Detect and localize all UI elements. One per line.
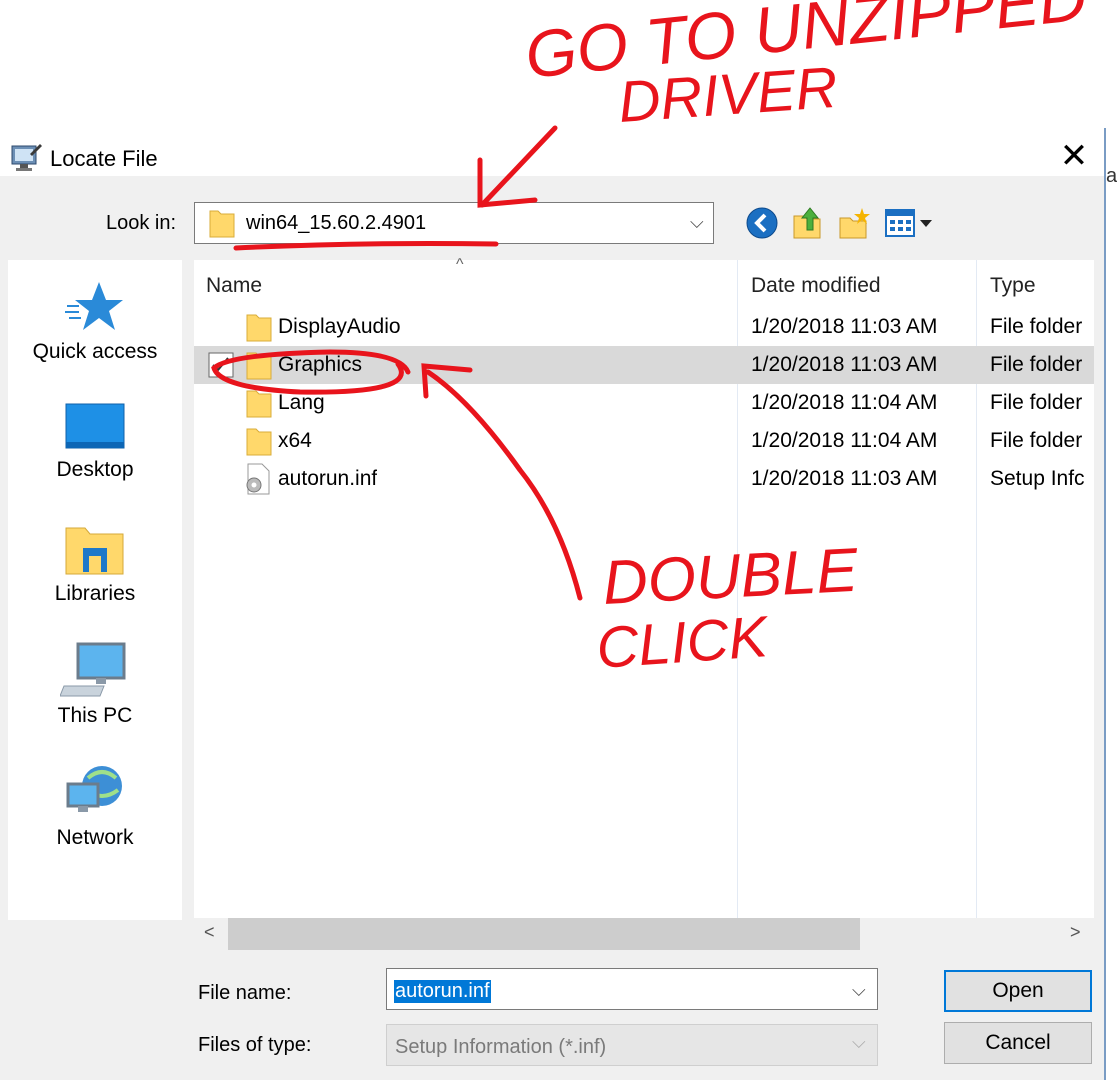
settings-file-icon bbox=[246, 463, 270, 495]
folder-icon bbox=[246, 390, 272, 418]
view-menu-icon[interactable] bbox=[884, 206, 938, 240]
look-in-label: Look in: bbox=[106, 212, 177, 234]
new-folder-icon[interactable] bbox=[838, 206, 872, 240]
libraries-icon bbox=[65, 527, 124, 575]
chevron-down-icon[interactable]: ⌵ bbox=[852, 1032, 866, 1053]
place-label: Libraries bbox=[54, 582, 136, 605]
file-name: DisplayAudio bbox=[278, 315, 401, 338]
file-date: 1/20/2018 11:03 AM bbox=[751, 353, 938, 376]
background-window-text: a bbox=[1106, 165, 1117, 187]
files-of-type-label: Files of type: bbox=[198, 1034, 312, 1056]
file-type: File folder bbox=[990, 353, 1083, 376]
place-network[interactable]: Network bbox=[8, 762, 182, 850]
checkbox-checked-icon[interactable] bbox=[208, 352, 236, 378]
file-row-lang[interactable] bbox=[194, 385, 1094, 423]
up-folder-icon[interactable] bbox=[792, 206, 826, 240]
place-desktop[interactable]: Desktop bbox=[8, 402, 182, 482]
file-name-label: File name: bbox=[198, 982, 292, 1004]
folder-icon bbox=[209, 210, 235, 238]
file-date: 1/20/2018 11:03 AM bbox=[751, 315, 938, 338]
place-label: Network bbox=[56, 826, 134, 849]
file-name: x64 bbox=[278, 429, 312, 452]
look-in-value: win64_15.60.2.4901 bbox=[246, 212, 427, 234]
file-type: File folder bbox=[990, 391, 1083, 414]
app-window-icon bbox=[11, 144, 42, 171]
folder-icon bbox=[246, 352, 272, 380]
place-label: This PC bbox=[57, 704, 133, 727]
file-date: 1/20/2018 11:04 AM bbox=[751, 429, 938, 452]
files-of-type-value: Setup Information (*.inf) bbox=[395, 1036, 607, 1058]
network-icon bbox=[66, 766, 122, 812]
sort-indicator-icon: ^ bbox=[456, 256, 464, 273]
background-window-edge bbox=[1104, 128, 1117, 1080]
file-row-x64[interactable] bbox=[194, 423, 1094, 461]
computer-icon bbox=[59, 642, 126, 697]
column-header-name[interactable]: Name bbox=[206, 274, 262, 298]
desktop-icon bbox=[65, 403, 125, 449]
place-quick-access[interactable]: Quick access bbox=[8, 278, 182, 364]
chevron-down-icon[interactable]: ⌵ bbox=[852, 980, 866, 1001]
scrollbar-thumb[interactable] bbox=[228, 918, 860, 950]
file-name-value: autorun.inf bbox=[394, 980, 491, 1003]
place-label: Quick access bbox=[32, 340, 158, 363]
file-type: File folder bbox=[990, 315, 1083, 338]
folder-icon bbox=[246, 314, 272, 342]
title-bar bbox=[0, 128, 1104, 176]
column-header-type[interactable]: Type bbox=[990, 274, 1036, 298]
file-date: 1/20/2018 11:04 AM bbox=[751, 391, 938, 414]
dialog-title: Locate File bbox=[50, 146, 158, 171]
chevron-down-icon[interactable]: ⌵ bbox=[690, 212, 704, 233]
place-this-pc[interactable]: This PC bbox=[8, 640, 182, 728]
star-icon bbox=[65, 282, 123, 330]
back-icon[interactable] bbox=[746, 206, 780, 240]
file-name: Lang bbox=[278, 391, 325, 414]
close-button[interactable]: ✕ bbox=[1052, 136, 1096, 176]
column-header-date[interactable]: Date modified bbox=[751, 274, 881, 298]
file-type: Setup Infc bbox=[990, 467, 1085, 490]
cancel-button[interactable]: Cancel bbox=[944, 1022, 1092, 1064]
file-name: autorun.inf bbox=[278, 467, 378, 490]
file-name: Graphics bbox=[278, 353, 363, 376]
file-date: 1/20/2018 11:03 AM bbox=[751, 467, 938, 490]
folder-icon bbox=[246, 428, 272, 456]
place-libraries[interactable]: Libraries bbox=[8, 522, 182, 606]
file-type: File folder bbox=[990, 429, 1083, 452]
scroll-right-icon[interactable]: > bbox=[1070, 922, 1081, 943]
open-button[interactable]: Open bbox=[944, 970, 1092, 1012]
annotation-text: DRIVER bbox=[616, 55, 839, 135]
place-label: Desktop bbox=[56, 458, 134, 481]
scroll-left-icon[interactable]: < bbox=[204, 922, 215, 943]
annotation-text: GO TO UNZIPPED bbox=[522, 0, 1090, 92]
